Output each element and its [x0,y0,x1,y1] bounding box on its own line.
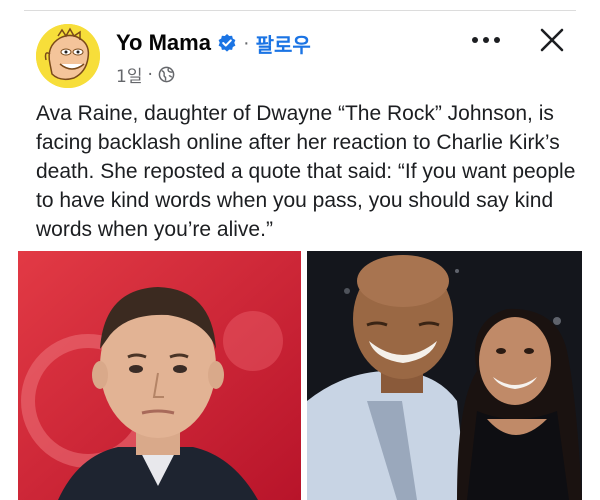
left-photo[interactable] [18,251,301,500]
man-portrait-image [18,251,301,500]
post-text: Ava Raine, daughter of Dwayne “The Rock”… [36,102,576,241]
follow-button[interactable]: 팔로우 [256,29,311,58]
verified-badge-icon [217,33,237,53]
globe-icon[interactable] [158,66,175,83]
close-icon [540,28,564,52]
author-name[interactable]: Yo Mama [116,30,211,56]
author-avatar[interactable] [36,24,100,88]
meta-separator: · [147,64,153,85]
avatar-cartoon-icon [36,24,100,88]
close-button[interactable] [534,22,570,58]
father-daughter-image [307,251,582,500]
more-options-button[interactable] [466,28,506,52]
right-photo[interactable] [307,251,582,500]
top-divider [24,10,576,11]
author-row: Yo Mama · 팔로우 [116,29,311,58]
post-time[interactable]: 1일 [116,62,142,87]
more-dots-icon [472,37,500,43]
post-meta: 1일 · [116,62,175,87]
separator-dot: · [242,32,250,54]
